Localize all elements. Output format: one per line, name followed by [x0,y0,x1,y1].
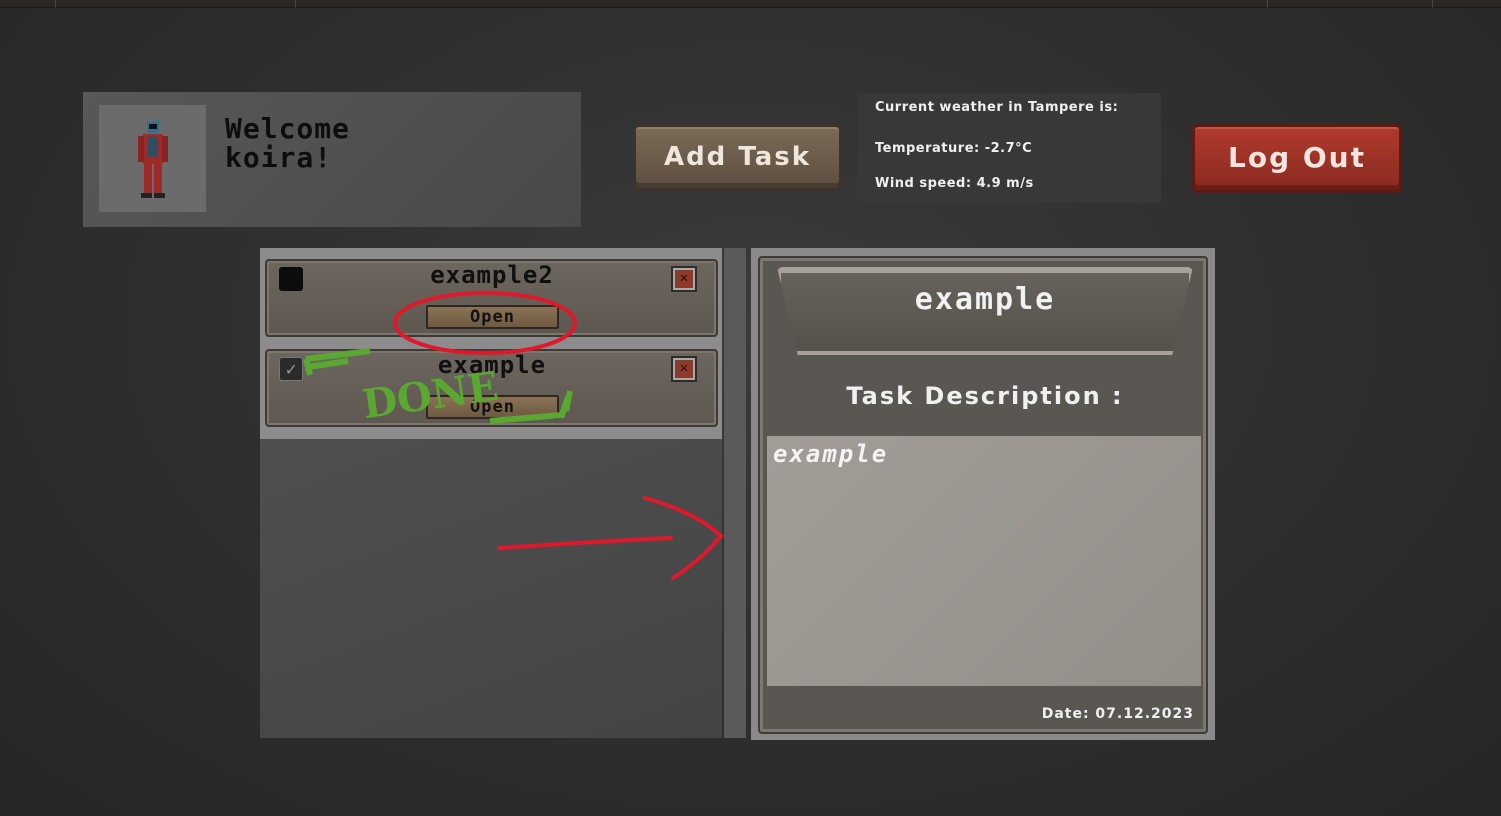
window-top-strip [0,0,1501,8]
task-item: ✓ example ✕ Open [265,349,718,427]
logout-button[interactable]: Log Out [1192,124,1402,193]
avatar [99,105,206,212]
open-task-button[interactable]: Open [426,305,559,329]
task-detail-title: example [914,282,1056,317]
weather-panel: Current weather in Tampere is: Temperatu… [858,93,1161,203]
x-icon: ✕ [679,270,689,286]
description-text: example [773,440,889,468]
welcome-message: Welcome koira! [225,114,555,172]
character-sprite-icon [138,121,168,198]
weather-wind: Wind speed: 4.9 m/s [875,176,1034,191]
task-title: example [437,351,547,379]
welcome-line-1: Welcome [225,112,351,145]
task-done-checkbox[interactable]: ✓ [279,357,303,381]
task-list-scrollbar[interactable] [724,248,746,738]
task-rows: example2 ✕ Open ✓ example ✕ Open [260,248,722,439]
task-done-checkbox[interactable] [279,267,303,291]
delete-task-button[interactable]: ✕ [671,266,697,292]
task-date: Date: 07.12.2023 [1041,706,1194,722]
task-detail-panel: example Task Description : example Date:… [751,248,1215,740]
task-detail-frame: example Task Description : example Date:… [758,256,1208,734]
description-label: Task Description : [846,382,1124,410]
add-task-button[interactable]: Add Task [633,124,842,191]
task-title: example2 [430,261,554,289]
weather-temperature: Temperature: -2.7°C [875,141,1033,156]
x-icon: ✕ [679,360,689,376]
welcome-panel: Welcome koira! [83,92,581,227]
task-item: example2 ✕ Open [265,259,718,337]
description-area: example [767,436,1201,686]
welcome-username: koira! [225,141,333,174]
checkmark-icon: ✓ [285,359,297,380]
delete-task-button[interactable]: ✕ [671,356,697,382]
weather-title: Current weather in Tampere is: [875,100,1119,115]
open-task-button[interactable]: Open [426,395,559,419]
task-list: example2 ✕ Open ✓ example ✕ Open [260,248,722,738]
